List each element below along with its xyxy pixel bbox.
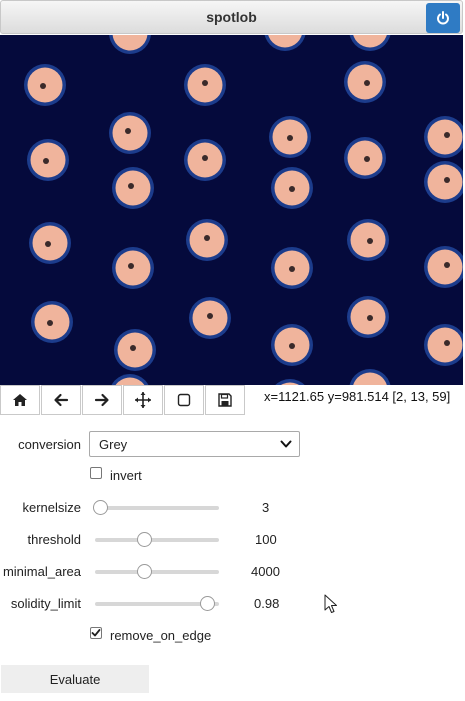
spot — [344, 137, 386, 179]
spot — [184, 139, 226, 181]
chevron-down-icon — [280, 440, 292, 448]
spot — [112, 247, 154, 289]
spot-image — [24, 35, 463, 385]
home-icon — [13, 394, 27, 406]
minimal-area-slider[interactable] — [95, 570, 219, 574]
remove-on-edge-label: remove_on_edge — [110, 628, 212, 643]
spot — [269, 116, 311, 158]
close-figure-button[interactable] — [426, 3, 460, 33]
spot — [189, 297, 231, 339]
threshold-label: threshold — [27, 532, 81, 547]
save-button[interactable] — [205, 385, 245, 415]
spot — [109, 35, 151, 54]
remove-on-edge-checkbox[interactable] — [90, 627, 102, 639]
floppy-disk-icon — [218, 393, 232, 407]
spot — [184, 64, 226, 106]
minimal-area-value: 4000 — [251, 564, 280, 579]
threshold-slider-handle[interactable] — [136, 532, 152, 547]
kernelsize-value: 3 — [262, 500, 270, 515]
spot — [111, 374, 149, 385]
conversion-value: Grey — [99, 437, 128, 452]
mouse-pointer-icon — [324, 594, 337, 613]
spot — [275, 379, 305, 385]
kernelsize-slider[interactable] — [95, 506, 219, 510]
spot — [349, 369, 391, 385]
image-canvas[interactable] — [0, 35, 463, 385]
home-button[interactable] — [0, 385, 40, 415]
spot — [424, 324, 463, 366]
spot — [112, 167, 154, 209]
spot — [114, 329, 156, 371]
spot — [347, 219, 389, 261]
minimal-area-slider-handle[interactable] — [136, 564, 152, 579]
figure-titlebar: spotlob — [0, 0, 463, 34]
spot — [264, 35, 306, 51]
window-title: spotlob — [206, 9, 257, 25]
kernelsize-label: kernelsize — [22, 500, 81, 515]
spot — [24, 64, 66, 106]
invert-label: invert — [110, 468, 142, 483]
power-icon — [437, 11, 449, 25]
spot — [109, 112, 151, 154]
solidity-limit-value: 0.98 — [254, 596, 280, 611]
kernelsize-slider-handle[interactable] — [93, 500, 108, 515]
spot — [29, 222, 71, 264]
cursor-coordinates: x=1121.65 y=981.514 [2, 13, 59] — [264, 389, 451, 404]
spot — [349, 35, 391, 51]
spot — [27, 139, 69, 181]
forward-button[interactable] — [82, 385, 122, 415]
spot — [424, 161, 463, 203]
checkmark-icon — [91, 629, 101, 637]
pan-button[interactable] — [123, 385, 163, 415]
navigation-toolbar — [0, 385, 246, 417]
threshold-value: 100 — [255, 532, 277, 547]
spot — [31, 301, 73, 343]
evaluate-button[interactable]: Evaluate — [1, 665, 149, 693]
minimal-area-label: minimal_area — [2, 564, 81, 579]
conversion-select[interactable]: Grey — [89, 431, 300, 457]
solidity-limit-label: solidity_limit — [10, 596, 81, 611]
spot — [344, 61, 386, 103]
spot — [186, 219, 228, 261]
solidity-limit-slider-handle[interactable] — [199, 596, 215, 611]
arrow-left-icon — [54, 393, 69, 407]
spot — [271, 167, 313, 209]
spot — [424, 246, 463, 288]
threshold-slider[interactable] — [95, 538, 219, 542]
zoom-rect-button[interactable] — [164, 385, 204, 415]
zoom-rect-icon — [177, 393, 191, 407]
move-icon — [135, 392, 151, 408]
spot — [271, 247, 313, 289]
spot — [271, 324, 313, 366]
spot — [424, 116, 463, 158]
arrow-right-icon — [94, 393, 109, 407]
spot — [347, 296, 389, 338]
invert-checkbox[interactable] — [90, 467, 102, 479]
conversion-label: conversion — [18, 437, 81, 452]
back-button[interactable] — [41, 385, 81, 415]
